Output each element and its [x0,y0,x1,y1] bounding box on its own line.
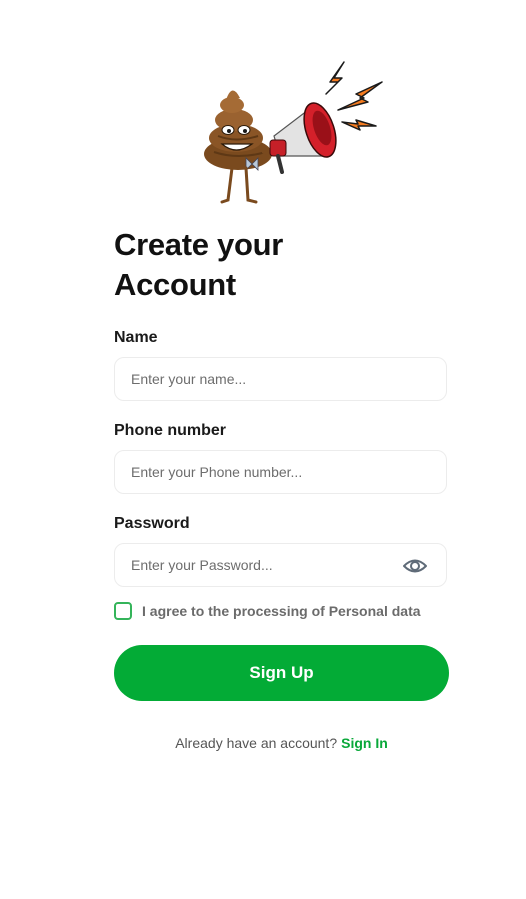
password-label: Password [114,515,190,532]
name-input[interactable] [115,358,375,400]
password-input[interactable] [115,544,375,586]
sign-in-prompt: Already have an account? Sign In [114,734,449,752]
name-field-box [114,357,447,401]
phone-input[interactable] [115,451,375,493]
sign-in-question: Already have an account? [175,735,338,751]
page-title: Create your Account [114,225,354,305]
password-field-box [114,543,447,587]
page-title-line1: Create your [114,227,283,262]
agree-row: I agree to the processing of Personal da… [114,601,421,621]
sign-up-button[interactable]: Sign Up [114,645,449,701]
agree-checkbox[interactable] [114,602,132,620]
sign-in-link[interactable]: Sign In [341,735,388,751]
phone-label: Phone number [114,422,227,439]
poop-megaphone-icon [196,60,388,208]
page-title-line2: Account [114,267,236,302]
eye-icon[interactable] [402,554,428,578]
name-label: Name [114,329,158,346]
phone-field-box [114,450,447,494]
agree-label: I agree to the processing of Personal da… [142,603,421,619]
